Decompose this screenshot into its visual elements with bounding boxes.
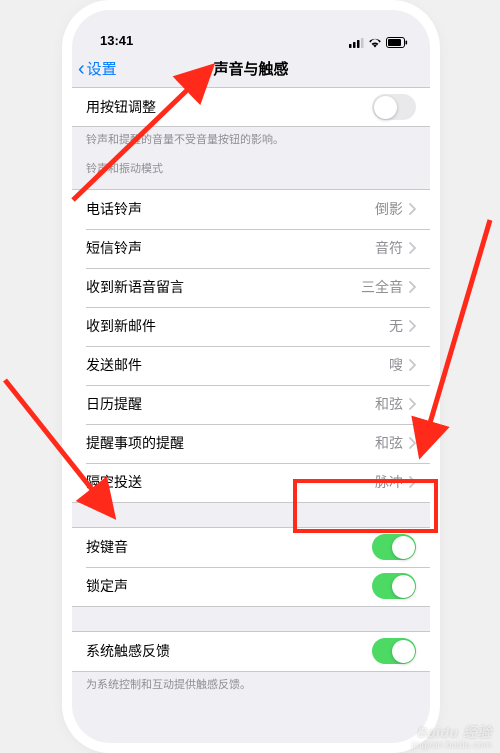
toggle-system-haptics[interactable] xyxy=(372,638,416,664)
group-haptics: 系统触感反馈 xyxy=(72,631,430,672)
chevron-right-icon xyxy=(409,281,416,293)
toggle-lock-sound[interactable] xyxy=(372,573,416,599)
page-title: 声音与触感 xyxy=(213,58,288,79)
chevron-right-icon xyxy=(409,398,416,410)
row-airdrop[interactable]: 隔空投送 脉冲 xyxy=(72,463,430,502)
chevron-right-icon xyxy=(409,320,416,332)
row-value: 和弦 xyxy=(375,433,403,453)
chevron-right-icon xyxy=(409,359,416,371)
back-label: 设置 xyxy=(87,58,117,79)
phone-frame: 13:41 ‹ 设置 声音与触感 用按钮调整 铃声和提醒的音量不受音量按钮的影响… xyxy=(72,10,430,743)
section-header-modes: 铃声和振动模式 xyxy=(72,160,430,189)
watermark-brand: Baidu 经验 xyxy=(411,725,492,740)
nav-bar: ‹ 设置 声音与触感 xyxy=(72,50,430,88)
row-value: 脉冲 xyxy=(375,472,403,492)
status-time: 13:41 xyxy=(100,33,133,48)
battery-icon xyxy=(386,37,408,48)
row-label: 系统触感反馈 xyxy=(86,641,372,661)
row-lock-sound[interactable]: 锁定声 xyxy=(72,567,430,606)
row-value: 无 xyxy=(389,316,403,336)
watermark-sub: jingyan.baidu.com xyxy=(411,740,492,751)
row-value: 音符 xyxy=(375,238,403,258)
row-ringtone[interactable]: 电话铃声 倒影 xyxy=(72,190,430,229)
row-value: 倒影 xyxy=(375,199,403,219)
row-value: 三全音 xyxy=(361,277,403,297)
row-label: 收到新邮件 xyxy=(86,316,389,336)
watermark: Baidu 经验 jingyan.baidu.com xyxy=(411,725,492,751)
chevron-right-icon xyxy=(409,203,416,215)
group-sounds: 电话铃声 倒影 短信铃声 音符 收到新语音留言 三全音 收到新邮件 无 发送邮件 xyxy=(72,189,430,503)
row-label: 短信铃声 xyxy=(86,238,375,258)
row-system-haptics[interactable]: 系统触感反馈 xyxy=(72,632,430,671)
row-label: 发送邮件 xyxy=(86,355,389,375)
status-indicators xyxy=(349,37,408,48)
settings-content: 用按钮调整 铃声和提醒的音量不受音量按钮的影响。 铃声和振动模式 电话铃声 倒影… xyxy=(72,88,430,705)
row-value: 和弦 xyxy=(375,394,403,414)
row-keyboard-clicks[interactable]: 按键音 xyxy=(72,528,430,567)
chevron-right-icon xyxy=(409,242,416,254)
row-label: 电话铃声 xyxy=(86,199,375,219)
status-bar: 13:41 xyxy=(72,10,430,50)
footer-note-buttons: 铃声和提醒的音量不受音量按钮的影响。 xyxy=(72,127,430,160)
group-feedback-sounds: 按键音 锁定声 xyxy=(72,527,430,607)
row-sent-mail[interactable]: 发送邮件 嗖 xyxy=(72,346,430,385)
chevron-right-icon xyxy=(409,437,416,449)
row-calendar[interactable]: 日历提醒 和弦 xyxy=(72,385,430,424)
row-label: 按键音 xyxy=(86,537,372,557)
row-new-mail[interactable]: 收到新邮件 无 xyxy=(72,307,430,346)
row-label: 收到新语音留言 xyxy=(86,277,361,297)
toggle-keyboard-clicks[interactable] xyxy=(372,534,416,560)
row-adjust-with-buttons[interactable]: 用按钮调整 xyxy=(72,88,430,127)
row-text-tone[interactable]: 短信铃声 音符 xyxy=(72,229,430,268)
row-label: 隔空投送 xyxy=(86,472,375,492)
toggle-adjust-with-buttons[interactable] xyxy=(372,94,416,120)
row-label: 用按钮调整 xyxy=(86,97,372,117)
row-voicemail[interactable]: 收到新语音留言 三全音 xyxy=(72,268,430,307)
row-label: 锁定声 xyxy=(86,576,372,596)
row-label: 日历提醒 xyxy=(86,394,375,414)
chevron-left-icon: ‹ xyxy=(78,59,85,79)
chevron-right-icon xyxy=(409,476,416,488)
wifi-icon xyxy=(368,38,382,48)
signal-icon xyxy=(349,38,364,48)
row-reminder[interactable]: 提醒事项的提醒 和弦 xyxy=(72,424,430,463)
footer-note-haptics: 为系统控制和互动提供触感反馈。 xyxy=(72,672,430,705)
row-value: 嗖 xyxy=(389,355,403,375)
back-button[interactable]: ‹ 设置 xyxy=(78,58,117,79)
row-label: 提醒事项的提醒 xyxy=(86,433,375,453)
